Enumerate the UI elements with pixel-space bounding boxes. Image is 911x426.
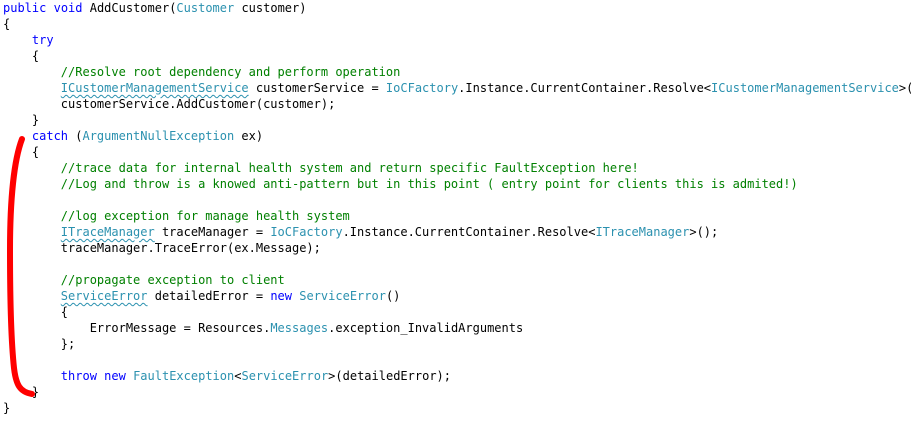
code-editor[interactable]: public void AddCustomer(Customer custome… — [0, 0, 911, 426]
code-token: new — [104, 369, 126, 383]
code-token: ArgumentNullException — [82, 129, 235, 143]
code-token: }; — [60, 337, 76, 351]
code-token: public — [3, 1, 47, 15]
code-line[interactable]: ICustomerManagementService customerServi… — [3, 80, 911, 96]
code-token: >(); — [689, 225, 719, 239]
code-line[interactable]: ITraceManager traceManager = IoCFactory.… — [3, 224, 718, 240]
code-token: IoCFactory — [270, 225, 343, 239]
code-token: customer) — [234, 1, 307, 15]
code-token: { — [31, 49, 40, 63]
code-token: ICustomerManagementService — [60, 81, 249, 95]
code-token: ( — [68, 129, 83, 143]
code-token: AddCustomer( — [82, 1, 177, 15]
code-token: } — [3, 401, 11, 415]
code-token: traceManager = — [154, 225, 271, 239]
code-line[interactable]: try — [3, 32, 54, 48]
code-line[interactable]: customerService.AddCustomer(customer); — [3, 96, 336, 112]
code-token: .exception_InvalidArguments — [328, 321, 524, 335]
code-line[interactable]: ErrorMessage = Resources.Messages.except… — [3, 320, 524, 336]
code-token: .Instance.CurrentContainer.Resolve< — [458, 81, 712, 95]
code-token: } — [31, 113, 40, 127]
code-line[interactable]: //Resolve root dependency and perform op… — [3, 64, 401, 80]
code-line[interactable]: { — [3, 144, 39, 160]
code-token: //Resolve root dependency and perform op… — [60, 65, 401, 79]
code-token: } — [31, 385, 40, 399]
code-line[interactable]: { — [3, 304, 68, 320]
code-token: catch — [31, 129, 69, 143]
code-token: void — [53, 1, 83, 15]
code-token: ServiceError — [241, 369, 329, 383]
code-line[interactable]: ServiceError detailedError = new Service… — [3, 288, 401, 304]
code-token: >(detailedError); — [328, 369, 451, 383]
code-token: //Log and throw is a knowed anti-pattern… — [60, 177, 798, 191]
code-token: customerService = — [248, 81, 386, 95]
code-token: { — [60, 305, 69, 319]
code-token: FaultException — [133, 369, 235, 383]
code-token: .Instance.CurrentContainer.Resolve< — [342, 225, 596, 239]
code-line[interactable]: { — [3, 48, 39, 64]
code-token: { — [3, 17, 11, 31]
code-token: () — [385, 289, 401, 303]
code-token: ITraceManager — [595, 225, 690, 239]
code-line[interactable]: //Log and throw is a knowed anti-pattern… — [3, 176, 798, 192]
code-token: ITraceManager — [60, 225, 155, 239]
code-line[interactable]: { — [3, 16, 10, 32]
code-line[interactable]: } — [3, 384, 39, 400]
code-line[interactable]: //propagate exception to client — [3, 272, 285, 288]
code-line[interactable]: //log exception for manage health system — [3, 208, 350, 224]
code-line[interactable]: throw new FaultException<ServiceError>(d… — [3, 368, 451, 384]
code-token: //log exception for manage health system — [60, 209, 350, 223]
code-token: Messages — [270, 321, 329, 335]
code-line[interactable]: //trace data for internal health system … — [3, 160, 639, 176]
code-token: //trace data for internal health system … — [60, 161, 639, 175]
code-line[interactable]: traceManager.TraceError(ex.Message); — [3, 240, 321, 256]
code-token: ErrorMessage = Resources. — [89, 321, 271, 335]
code-token: try — [31, 33, 54, 47]
code-token: Customer — [176, 1, 235, 15]
code-token: IoCFactory — [385, 81, 459, 95]
code-token: ServiceError — [60, 289, 148, 303]
code-token: detailedError = — [147, 289, 271, 303]
code-token: throw — [60, 369, 97, 383]
code-line[interactable]: catch (ArgumentNullException ex) — [3, 128, 263, 144]
code-token: ServiceError — [299, 289, 386, 303]
code-token: >(); — [898, 81, 911, 95]
code-token: ICustomerManagementService — [711, 81, 899, 95]
code-line[interactable]: }; — [3, 336, 75, 352]
code-token: new — [270, 289, 293, 303]
code-token: { — [31, 145, 40, 159]
code-token: traceManager.TraceError(ex.Message); — [60, 241, 321, 255]
code-token: customerService.AddCustomer(customer); — [60, 97, 336, 111]
code-token: ex) — [234, 129, 264, 143]
code-line[interactable]: } — [3, 112, 39, 128]
code-line[interactable]: } — [3, 400, 10, 416]
code-line[interactable]: public void AddCustomer(Customer custome… — [3, 0, 306, 16]
code-token: //propagate exception to client — [60, 273, 285, 287]
